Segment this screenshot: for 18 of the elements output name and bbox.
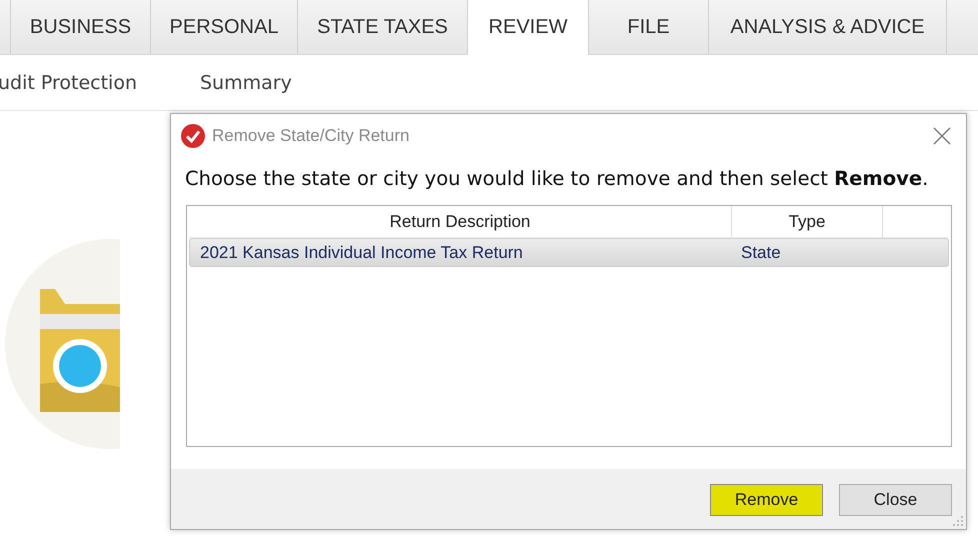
nav-tab[interactable]: BUSINESS [11,0,151,54]
column-header[interactable]: Return Description [189,206,732,237]
table-cell-text: State [740,242,781,262]
check-badge-icon [181,124,205,148]
nav-tab[interactable]: PERSONAL [151,0,298,54]
remove-button[interactable]: Remove [710,484,823,516]
nav-tab[interactable]: ANALYSIS & ADVICE [709,0,947,54]
table-row[interactable]: 2021 Kansas Individual Income Tax Return State [189,238,949,267]
close-icon[interactable] [933,126,951,144]
resize-grip-icon[interactable] [952,515,964,527]
nav-tab[interactable]: FILE [589,0,709,54]
dialog-title: Remove State/City Return [212,126,410,146]
table-cell-text: 2021 Kansas Individual Income Tax Return [199,242,524,262]
subnav-link[interactable]: Summary [200,72,292,94]
close-button[interactable]: Close [839,484,952,516]
instruction-text: Choose the state or city you would like to remove and then select Remove. [184,166,930,190]
nav-tab[interactable]: REVIEW [468,0,589,55]
column-header[interactable]: Type [732,206,883,237]
